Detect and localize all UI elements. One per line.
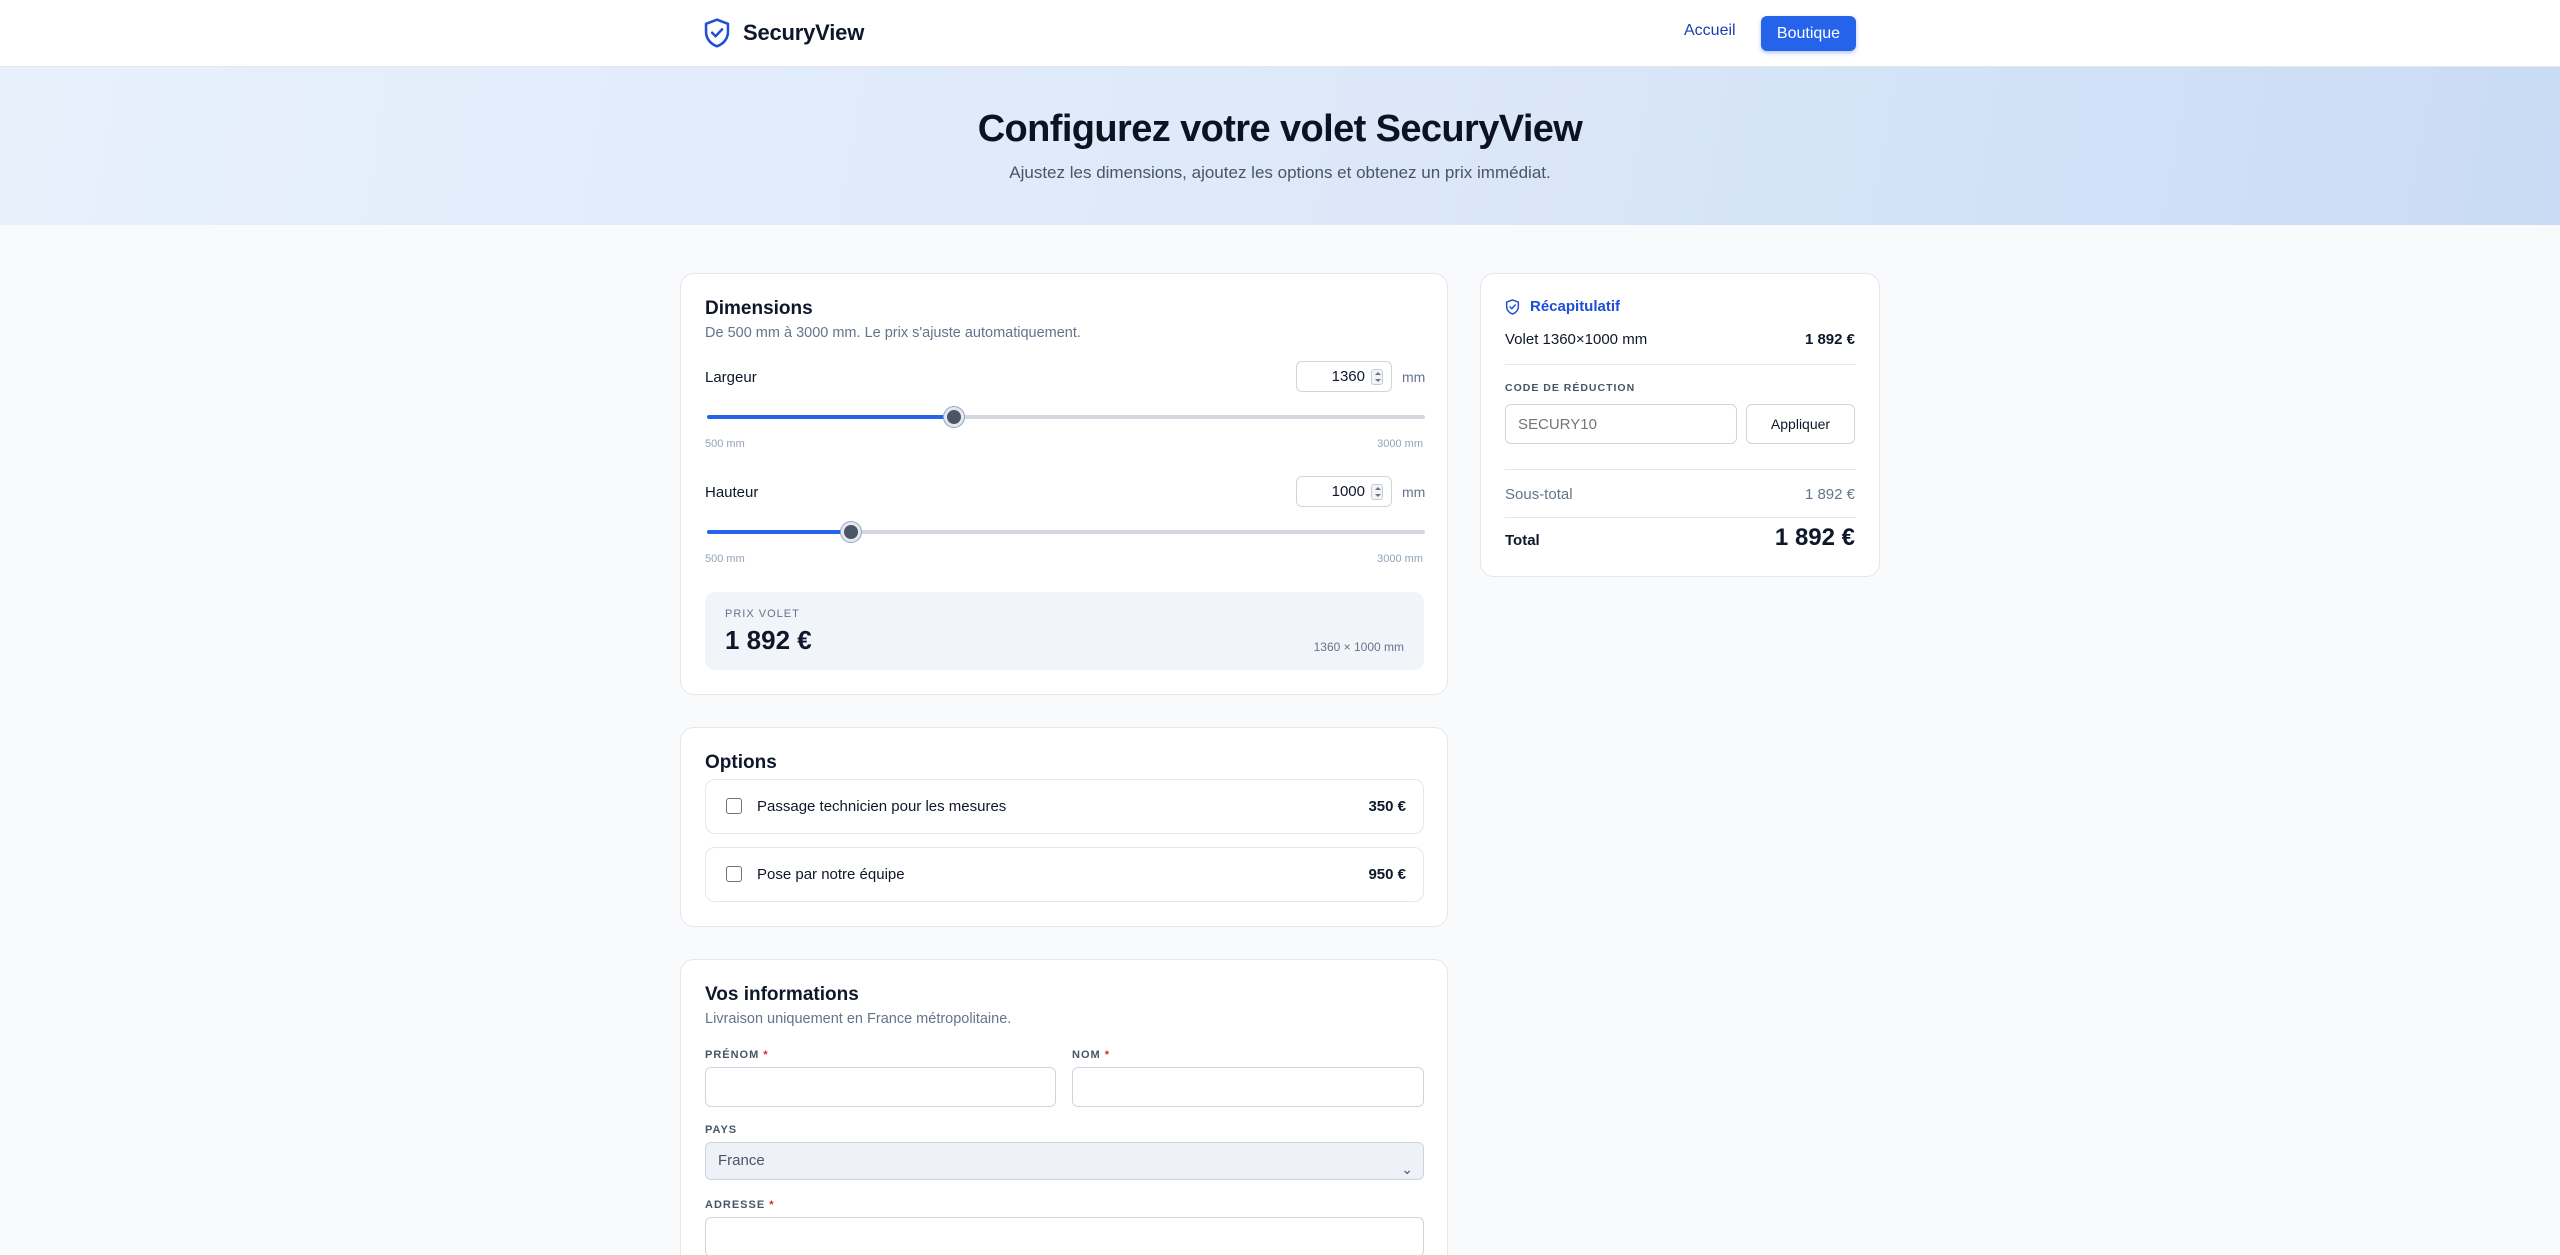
width-min-label: 500 mm — [705, 438, 745, 450]
height-value: 1000 — [1331, 483, 1365, 500]
apply-code-button[interactable]: Appliquer — [1746, 404, 1855, 444]
option-price: 350 € — [1368, 798, 1406, 815]
summary-divider — [1505, 517, 1856, 518]
height-unit: mm — [1402, 484, 1426, 500]
address-input[interactable] — [705, 1217, 1424, 1255]
summary-divider — [1505, 364, 1856, 365]
summary-divider — [1505, 469, 1856, 470]
height-slider[interactable] — [707, 522, 1425, 542]
subtotal-value: 1 892 € — [1804, 486, 1855, 503]
option-checkbox-measurement[interactable] — [726, 798, 742, 814]
brand-name: SecuryView — [743, 20, 865, 45]
width-unit: mm — [1402, 369, 1426, 385]
option-label: Pose par notre équipe — [757, 866, 905, 883]
chevron-down-icon: ⌄ — [1401, 1161, 1413, 1177]
first-name-input[interactable] — [705, 1067, 1056, 1107]
height-min-label: 500 mm — [705, 553, 745, 565]
height-slider-thumb[interactable] — [840, 522, 861, 542]
width-max-label: 3000 mm — [1377, 438, 1423, 450]
info-subtitle: Livraison uniquement en France métropoli… — [705, 1011, 1012, 1027]
address-label-text: ADRESSE — [705, 1199, 766, 1211]
option-row-installation[interactable]: Pose par notre équipe 950 € — [705, 847, 1424, 902]
height-label: Hauteur — [705, 484, 759, 501]
width-label: Largeur — [705, 369, 757, 386]
price-dimensions: 1360 × 1000 mm — [1313, 640, 1404, 654]
top-navbar: SecuryView Accueil Boutique — [0, 0, 2560, 67]
summary-item-label: Volet 1360×1000 mm — [1505, 331, 1648, 348]
total-value: 1 892 € — [1774, 524, 1855, 551]
discount-code-label: CODE DE RÉDUCTION — [1505, 382, 1636, 394]
option-checkbox-installation[interactable] — [726, 866, 742, 882]
width-slider-thumb[interactable] — [943, 407, 964, 427]
last-name-label: NOM * — [1072, 1049, 1110, 1061]
price-caption: PRIX VOLET — [725, 608, 800, 620]
brand-logo[interactable]: SecuryView — [703, 18, 864, 48]
required-mark: * — [763, 1049, 769, 1061]
subtotal-label: Sous-total — [1505, 486, 1573, 503]
height-max-label: 3000 mm — [1377, 553, 1423, 565]
required-mark: * — [1104, 1049, 1111, 1061]
shield-check-icon — [704, 18, 730, 48]
width-number-input[interactable]: 1360 — [1296, 361, 1392, 392]
width-value: 1360 — [1331, 368, 1365, 385]
shield-check-icon — [1505, 299, 1520, 315]
page-title: Configurez votre volet SecuryView — [977, 108, 1583, 150]
options-card: Options Passage technicien pour les mesu… — [680, 727, 1448, 927]
country-select[interactable]: France ⌄ — [705, 1142, 1424, 1180]
first-name-label: PRÉNOM * — [705, 1049, 769, 1061]
page-subtitle: Ajustez les dimensions, ajoutez les opti… — [1009, 163, 1551, 182]
total-label: Total — [1505, 532, 1540, 549]
first-name-label-text: PRÉNOM — [705, 1049, 760, 1061]
address-label: ADRESSE * — [705, 1199, 775, 1211]
nav-link-home[interactable]: Accueil — [1684, 22, 1736, 40]
hero-banner: Configurez votre volet SecuryView Ajuste… — [0, 67, 2560, 225]
height-number-input[interactable]: 1000 — [1296, 476, 1392, 507]
country-label: PAYS — [705, 1124, 738, 1136]
summary-title: Récapitulatif — [1530, 298, 1621, 315]
last-name-label-text: NOM — [1072, 1049, 1101, 1061]
option-label: Passage technicien pour les mesures — [757, 798, 1007, 815]
info-title: Vos informations — [705, 984, 859, 1005]
price-value: 1 892 € — [725, 625, 812, 655]
required-mark: * — [769, 1199, 775, 1211]
summary-card: Récapitulatif Volet 1360×1000 mm 1 892 €… — [1480, 273, 1880, 577]
price-panel: PRIX VOLET 1 892 € 1360 × 1000 mm — [705, 592, 1424, 670]
width-slider[interactable] — [707, 407, 1425, 427]
option-price: 950 € — [1368, 866, 1406, 883]
dimensions-subtitle: De 500 mm à 3000 mm. Le prix s'ajuste au… — [705, 325, 1081, 341]
customer-info-card: Vos informations Livraison uniquement en… — [680, 959, 1448, 1255]
width-slider-fill — [707, 415, 954, 419]
width-spinner-icon[interactable] — [1371, 369, 1383, 385]
last-name-input[interactable] — [1072, 1067, 1424, 1107]
option-row-measurement[interactable]: Passage technicien pour les mesures 350 … — [705, 779, 1424, 834]
dimensions-card: Dimensions De 500 mm à 3000 mm. Le prix … — [680, 273, 1448, 695]
height-spinner-icon[interactable] — [1371, 484, 1383, 500]
discount-code-input[interactable] — [1505, 404, 1737, 444]
options-title: Options — [705, 752, 777, 773]
height-slider-fill — [707, 530, 851, 534]
summary-item-price: 1 892 € — [1804, 331, 1855, 348]
nav-button-shop[interactable]: Boutique — [1761, 16, 1856, 51]
country-value: France — [718, 1152, 765, 1169]
dimensions-title: Dimensions — [705, 298, 813, 319]
